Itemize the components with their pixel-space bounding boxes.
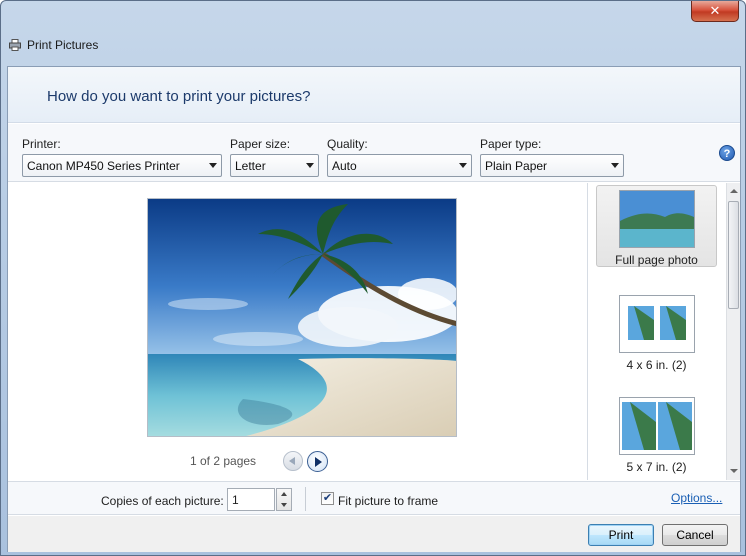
layout-list: Full page photo 4 x 6 in. (2) 5 x 7 in. …	[589, 183, 740, 480]
close-icon: ✕	[709, 3, 721, 18]
dialog-client: How do you want to print your pictures? …	[7, 66, 741, 552]
page-title: How do you want to print your pictures?	[47, 88, 311, 105]
printer-select-value: Canon MP450 Series Printer	[27, 159, 180, 173]
layout-item-5x7[interactable]: 5 x 7 in. (2)	[596, 393, 717, 474]
next-page-button[interactable]	[307, 451, 328, 472]
divider	[305, 487, 306, 511]
photo-preview	[147, 198, 457, 437]
layout-caption: 4 x 6 in. (2)	[626, 358, 687, 372]
quality-select[interactable]: Auto	[327, 154, 472, 177]
help-icon[interactable]: ?	[719, 145, 735, 161]
options-link[interactable]: Options...	[671, 491, 722, 505]
spinner-down-icon[interactable]	[281, 503, 287, 507]
spinner-up-icon[interactable]	[281, 492, 287, 496]
scroll-up-arrow-icon[interactable]	[727, 183, 741, 199]
copies-input[interactable]: 1	[227, 488, 275, 511]
paper-size-select-value: Letter	[235, 159, 266, 173]
chevron-down-icon	[611, 163, 619, 168]
close-button[interactable]: ✕	[691, 1, 739, 22]
printer-label: Printer:	[22, 137, 61, 151]
full-page-thumbnail	[618, 190, 695, 248]
cancel-button[interactable]: Cancel	[662, 524, 728, 546]
printer-select[interactable]: Canon MP450 Series Printer	[22, 154, 222, 177]
scroll-thumb[interactable]	[728, 201, 739, 309]
header-band: How do you want to print your pictures?	[8, 67, 740, 123]
dialog-footer: Print Cancel	[8, 516, 740, 552]
paper-type-label: Paper type:	[480, 137, 542, 151]
paper-type-select-value: Plain Paper	[485, 159, 548, 173]
title-bar[interactable]: Print Pictures ✕	[1, 1, 745, 63]
preview-pane: 1 of 2 pages	[8, 183, 588, 480]
layout-item-full-page[interactable]: Full page photo	[596, 185, 717, 267]
previous-page-button[interactable]	[283, 451, 303, 471]
beach-photo	[148, 199, 456, 436]
copies-spinner[interactable]	[276, 488, 292, 511]
copies-input-value: 1	[232, 493, 239, 507]
paper-type-select[interactable]: Plain Paper	[480, 154, 624, 177]
paper-size-label: Paper size:	[230, 137, 291, 151]
layout-scrollbar[interactable]	[726, 183, 740, 480]
quality-label: Quality:	[327, 137, 368, 151]
chevron-down-icon	[306, 163, 314, 168]
copies-bar: Copies of each picture: 1 ✔ Fit picture …	[8, 481, 740, 515]
chevron-down-icon	[209, 163, 217, 168]
quality-select-value: Auto	[332, 159, 357, 173]
copies-label: Copies of each picture:	[101, 494, 224, 508]
print-options-row: Printer: Canon MP450 Series Printer Pape…	[8, 124, 740, 182]
scroll-down-arrow-icon[interactable]	[727, 464, 741, 480]
chevron-down-icon	[459, 163, 467, 168]
window-frame: Print Pictures ✕ How do you want to prin…	[0, 0, 746, 556]
layout-caption: Full page photo	[615, 253, 698, 267]
layout-item-4x6[interactable]: 4 x 6 in. (2)	[596, 291, 717, 372]
paper-size-select[interactable]: Letter	[230, 154, 319, 177]
5x7-thumbnail	[618, 397, 695, 455]
layout-caption: 5 x 7 in. (2)	[626, 460, 687, 474]
4x6-thumbnail	[618, 295, 695, 353]
fit-to-frame-label[interactable]: Fit picture to frame	[338, 494, 438, 508]
page-count-label: 1 of 2 pages	[190, 454, 257, 468]
print-button[interactable]: Print	[588, 524, 654, 546]
printer-icon	[9, 39, 21, 51]
fit-to-frame-checkbox[interactable]: ✔	[321, 492, 334, 505]
window-title: Print Pictures	[27, 38, 99, 52]
